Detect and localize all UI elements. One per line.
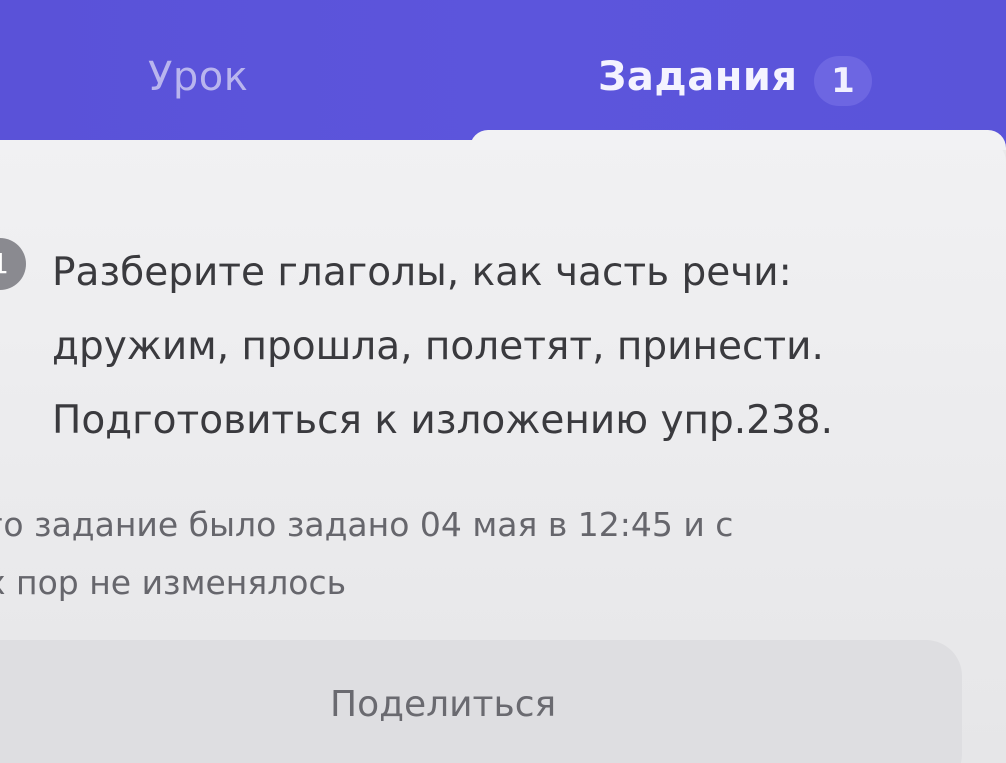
homework-screen: Урок Задания 1 1 Разберите глаголы, как …	[0, 0, 1006, 763]
task-assigned-line: го задание было задано 04 мая в 12:45 и …	[0, 505, 734, 544]
tab-bar: Урок Задания 1	[0, 0, 1006, 150]
active-tab-indicator	[470, 130, 1006, 150]
task-assigned-line: х пор не изменялось	[0, 563, 347, 602]
tasks-count-badge: 1	[814, 56, 872, 106]
task-assigned-info: го задание было задано 04 мая в 12:45 и …	[0, 496, 946, 612]
task-line: Подготовиться к изложению упр.238.	[52, 398, 834, 443]
share-button-label: Поделиться	[330, 684, 557, 725]
task-line: Разберите глаголы, как часть речи:	[52, 250, 792, 295]
tab-lesson[interactable]: Урок	[148, 52, 248, 102]
task-line: дружим, прошла, полетят, принести.	[52, 324, 824, 369]
tab-tasks[interactable]: Задания	[598, 52, 798, 102]
task-description: Разберите глаголы, как часть речи: дружи…	[52, 236, 952, 458]
